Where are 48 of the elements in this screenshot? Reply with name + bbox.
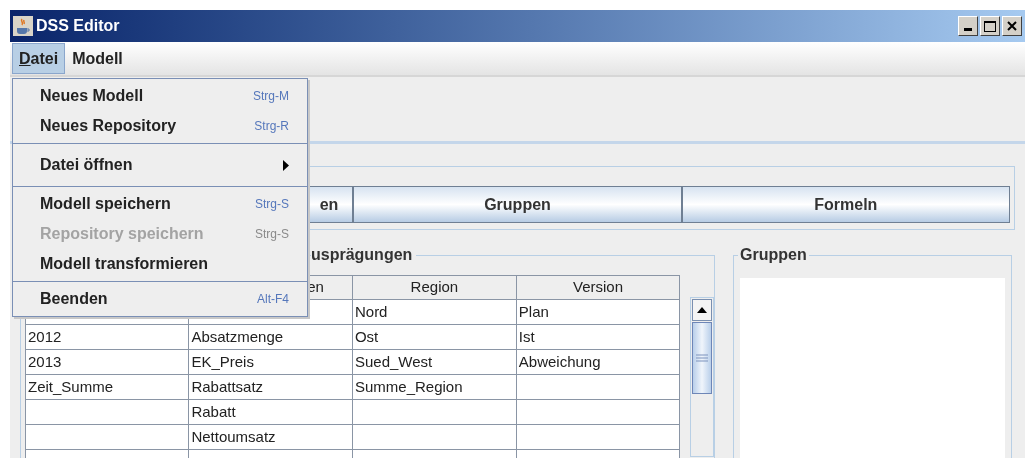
minimize-button[interactable] xyxy=(958,16,978,36)
close-button[interactable] xyxy=(1002,16,1022,36)
submenu-arrow-icon xyxy=(283,159,289,171)
minimize-icon xyxy=(964,28,972,31)
table-cell: Zeit_Summe xyxy=(25,374,189,400)
panel-title: usprägungen xyxy=(311,245,417,265)
shortcut-label: Strg-M xyxy=(253,88,289,105)
table-cell: EK_Preis xyxy=(188,349,353,375)
panel-button[interactable]: Gruppen xyxy=(353,186,682,223)
up-arrow-icon xyxy=(697,307,708,313)
table-cell: Summe_Region xyxy=(352,374,517,400)
table-cell: Rabattsatz xyxy=(188,374,353,400)
menu-item[interactable]: Modell transformieren xyxy=(13,249,307,279)
scroll-up-button[interactable] xyxy=(692,299,712,321)
table-cell: Absatzmenge xyxy=(188,324,353,350)
maximize-button[interactable] xyxy=(980,16,1000,36)
menu-item[interactable]: Modell xyxy=(65,43,130,74)
scroll-thumb[interactable] xyxy=(692,322,712,394)
table-cell: Nord xyxy=(352,299,517,325)
shortcut-label: Strg-R xyxy=(254,118,289,135)
menu-item[interactable]: Neues Modell Strg-M xyxy=(13,81,307,111)
menu-item[interactable]: Modell speichern Strg-S xyxy=(13,189,307,219)
table-cell: 2013 xyxy=(25,349,189,375)
scrollbar[interactable] xyxy=(690,297,714,457)
window-title: DSS Editor xyxy=(36,16,120,36)
coffee-cup-icon xyxy=(13,16,33,36)
panel-title: Gruppen xyxy=(738,245,809,265)
menu-item[interactable]: Datei xyxy=(12,43,66,74)
maximize-icon xyxy=(984,20,996,32)
table-cell: Rabatt xyxy=(188,399,353,425)
column-header[interactable]: Region xyxy=(352,275,517,300)
column-header[interactable]: Version xyxy=(516,275,680,300)
table-cell: 2012 xyxy=(25,324,189,350)
menu-item[interactable]: Beenden Alt-F4 xyxy=(13,284,307,314)
table-cell: Ost xyxy=(352,324,517,350)
shortcut-label: Strg-S xyxy=(255,226,289,243)
table-cell: Plan xyxy=(516,299,680,325)
table-cell: Sued_West xyxy=(352,349,517,375)
table-cell: Ist xyxy=(516,324,680,350)
panel-button[interactable]: Formeln xyxy=(681,186,1010,223)
table-cell: Abweichung xyxy=(516,349,680,375)
menu-item[interactable]: Neues Repository Strg-R xyxy=(13,111,307,141)
shortcut-label: Strg-S xyxy=(255,196,289,213)
shortcut-label: Alt-F4 xyxy=(257,291,289,308)
close-icon xyxy=(1007,21,1017,31)
grip-icon xyxy=(696,354,709,362)
menu-item[interactable]: Datei öffnen xyxy=(13,150,307,180)
table-cell: Nettoumsatz xyxy=(188,424,353,450)
